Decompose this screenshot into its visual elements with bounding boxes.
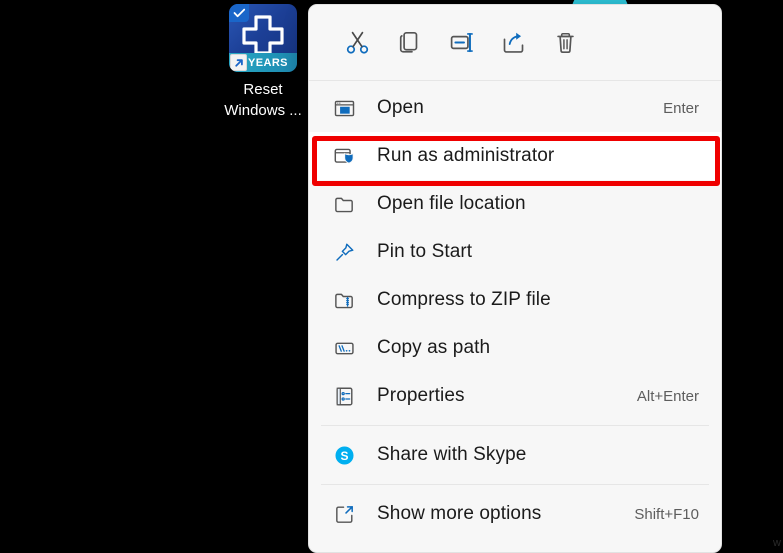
properties-icon bbox=[333, 385, 363, 408]
menu-item-label: Compress to ZIP file bbox=[377, 289, 551, 310]
menu-item-label: Run as administrator bbox=[377, 145, 555, 166]
share-icon[interactable] bbox=[487, 21, 539, 65]
menu-item-properties[interactable]: Properties Alt+Enter bbox=[309, 372, 721, 420]
menu-item-accelerator: Enter bbox=[663, 99, 699, 117]
open-window-icon bbox=[333, 97, 363, 120]
watermark: w bbox=[773, 537, 781, 549]
menu-item-label: Copy as path bbox=[377, 337, 491, 358]
more-options-divider bbox=[321, 484, 709, 485]
shortcut-label: Reset Windows ... bbox=[208, 79, 318, 121]
skype-icon: S bbox=[333, 444, 363, 467]
years-badge-text: YEARS bbox=[248, 56, 288, 69]
shortcut-label-line2: Windows ... bbox=[224, 102, 302, 119]
share-divider bbox=[321, 425, 709, 426]
menu-item-show-more-options[interactable]: Show more options Shift+F10 bbox=[309, 490, 721, 538]
menu-item-copy-as-path[interactable]: Copy as path bbox=[309, 324, 721, 372]
copy-icon[interactable] bbox=[383, 21, 435, 65]
selected-check-badge bbox=[229, 4, 249, 22]
folder-icon bbox=[333, 193, 363, 216]
menu-item-open[interactable]: Open Enter bbox=[309, 84, 721, 132]
path-icon bbox=[333, 337, 363, 360]
menu-item-compress-to-zip-file[interactable]: Compress to ZIP file bbox=[309, 276, 721, 324]
desktop-shortcut-reset-windows-update-tool[interactable]: YEARS Reset Windows ... bbox=[208, 4, 318, 121]
menu-item-label: Share with Skype bbox=[377, 444, 527, 465]
pin-icon bbox=[333, 241, 363, 264]
delete-icon[interactable] bbox=[539, 21, 591, 65]
shield-window-icon bbox=[333, 145, 363, 168]
menu-item-label: Open bbox=[377, 97, 424, 118]
menu-item-share-with-skype[interactable]: S Share with Skype bbox=[309, 431, 721, 479]
context-menu-items: Open Enter Run as administrator Open fil… bbox=[309, 81, 721, 420]
menu-item-accelerator: Alt+Enter bbox=[636, 387, 699, 405]
menu-item-run-as-administrator[interactable]: Run as administrator bbox=[309, 132, 721, 180]
shortcut-arrow-icon bbox=[230, 54, 247, 71]
menu-item-open-file-location[interactable]: Open file location bbox=[309, 180, 721, 228]
menu-item-label: Properties bbox=[377, 385, 465, 406]
expand-icon bbox=[333, 503, 363, 526]
zip-folder-icon bbox=[333, 289, 363, 312]
context-menu: Open Enter Run as administrator Open fil… bbox=[308, 4, 722, 553]
shortcut-icon-tile: YEARS bbox=[229, 4, 297, 72]
svg-text:S: S bbox=[341, 448, 349, 462]
desktop-background: YEARS Reset Windows ... Open Enter Run a… bbox=[0, 0, 783, 553]
menu-item-pin-to-start[interactable]: Pin to Start bbox=[309, 228, 721, 276]
menu-item-label: Open file location bbox=[377, 193, 526, 214]
menu-item-label: Show more options bbox=[377, 503, 542, 524]
menu-item-accelerator: Shift+F10 bbox=[634, 505, 699, 523]
menu-item-label: Pin to Start bbox=[377, 241, 473, 262]
rename-icon[interactable] bbox=[435, 21, 487, 65]
cut-icon[interactable] bbox=[331, 21, 383, 65]
context-menu-toolbar bbox=[309, 5, 721, 80]
shortcut-label-line1: Reset bbox=[243, 81, 283, 98]
